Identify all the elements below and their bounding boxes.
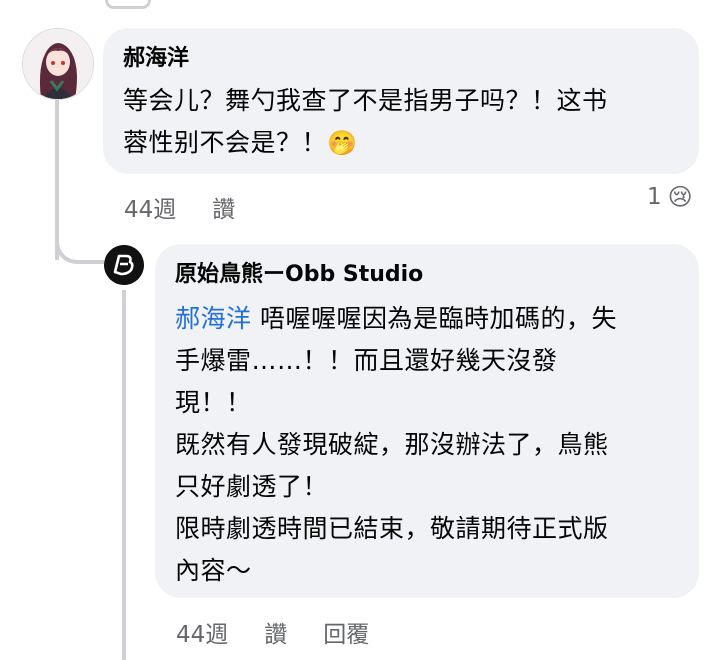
crying-face-emoji-icon: 😢 bbox=[667, 183, 693, 211]
comment-timestamp[interactable]: 44週 bbox=[124, 190, 176, 224]
comment-reaction[interactable]: 1 😢 bbox=[647, 183, 693, 211]
obb-studio-logo-icon bbox=[104, 245, 144, 285]
hand-over-mouth-emoji-icon: 🤭 bbox=[327, 129, 358, 157]
reply-meta: 44週 讚 回覆 bbox=[176, 615, 369, 649]
comment-like-button[interactable]: 讚 bbox=[212, 190, 235, 224]
comment-meta: 44週 讚 bbox=[124, 190, 235, 224]
reply-line: 現！！ bbox=[175, 388, 252, 417]
anime-avatar-icon bbox=[23, 29, 93, 99]
reply-reply-button[interactable]: 回覆 bbox=[323, 615, 369, 649]
reply-text: 郝海洋 唔喔喔喔因為是臨時加碼的，失 手爆雷……！！而且還好幾天沒發 現！！ 既… bbox=[175, 298, 617, 592]
reply-line: 既然有人發現破綻，那沒辦法了，鳥熊 bbox=[175, 430, 609, 459]
comment-line-text: 蓉性别不会是？！ bbox=[123, 128, 328, 157]
mention-link[interactable]: 郝海洋 bbox=[175, 304, 252, 333]
comment-text: 等会儿？舞勺我查了不是指男子吗？！这书 蓉性别不会是？！🤭 bbox=[123, 80, 608, 164]
reply-line: 內容～ bbox=[175, 556, 252, 585]
comment-line: 等会儿？舞勺我查了不是指男子吗？！这书 bbox=[123, 86, 608, 115]
commenter-avatar[interactable] bbox=[22, 28, 94, 100]
replier-avatar[interactable] bbox=[104, 245, 144, 285]
comment-author[interactable]: 郝海洋 bbox=[123, 44, 189, 74]
reply-line: 只好劇透了！ bbox=[175, 472, 329, 501]
comment-line-2: 蓉性别不会是？！🤭 bbox=[123, 122, 608, 164]
reply-line-1: 郝海洋 唔喔喔喔因為是臨時加碼的，失 bbox=[175, 298, 617, 340]
reply-line: 手爆雷……！！而且還好幾天沒發 bbox=[175, 346, 558, 375]
reply-bubble: 原始鳥熊ーObb Studio 郝海洋 唔喔喔喔因為是臨時加碼的，失 手爆雷……… bbox=[155, 244, 699, 598]
thread-line-curve bbox=[55, 230, 104, 264]
reply-timestamp[interactable]: 44週 bbox=[176, 615, 228, 649]
reply-like-button[interactable]: 讚 bbox=[264, 615, 287, 649]
reply-line: 限時劇透時間已結束，敬請期待正式版 bbox=[175, 514, 609, 543]
thread-line-above bbox=[105, 0, 151, 9]
reply-line-1-text: 唔喔喔喔因為是臨時加碼的，失 bbox=[251, 304, 617, 333]
reply-author[interactable]: 原始鳥熊ーObb Studio bbox=[175, 260, 423, 290]
comment-bubble: 郝海洋 等会儿？舞勺我查了不是指男子吗？！这书 蓉性别不会是？！🤭 bbox=[103, 28, 699, 174]
thread-line-reply bbox=[122, 290, 126, 660]
reaction-count: 1 bbox=[647, 184, 662, 210]
